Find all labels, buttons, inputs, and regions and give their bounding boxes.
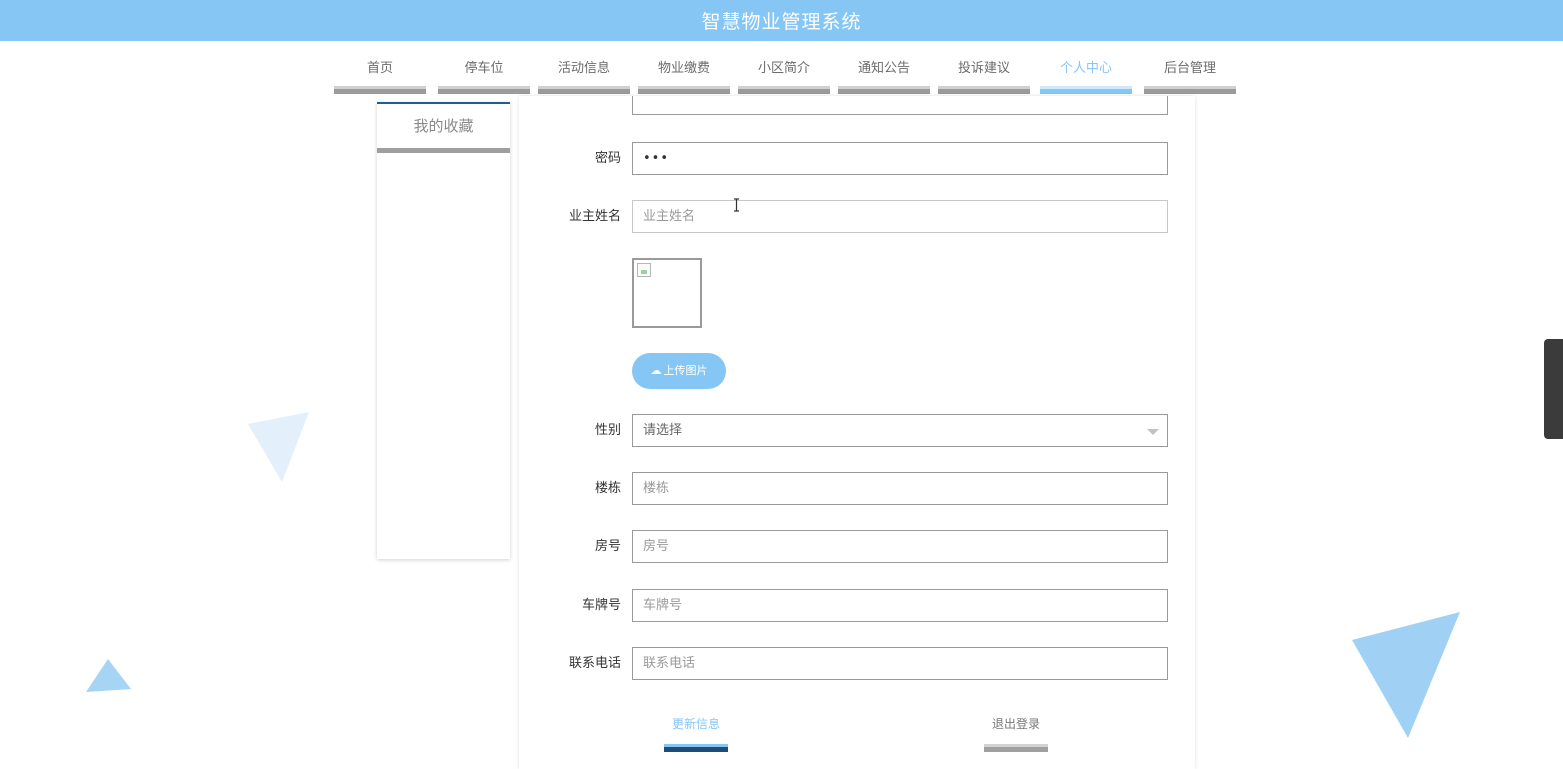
nav-item-label: 活动信息: [557, 61, 610, 76]
nav-item-complaints[interactable]: 投诉建议: [938, 56, 1030, 94]
cloud-upload-icon: ☁: [650, 364, 662, 377]
nav-item-underline: [838, 86, 930, 94]
form-row-room: 房号: [519, 530, 1195, 564]
nav-item-notices[interactable]: 通知公告: [838, 56, 930, 94]
nav-item-label: 投诉建议: [957, 61, 1010, 76]
nav-item-admin[interactable]: 后台管理: [1144, 56, 1236, 94]
nav-item-home[interactable]: 首页: [334, 56, 426, 94]
decorative-triangle: [248, 412, 309, 482]
nav-item-underline: [938, 86, 1030, 94]
nav-item-label: 物业缴费: [657, 61, 710, 76]
nav-item-activities[interactable]: 活动信息: [538, 56, 630, 94]
nav-item-underline: [1040, 86, 1132, 94]
gender-label: 性别: [594, 423, 621, 438]
plate-input[interactable]: [632, 589, 1168, 622]
app-header: 智慧物业管理系统: [0, 0, 1563, 41]
form-row-owner-name: 业主姓名: [519, 200, 1195, 234]
sidebar-item-favorites[interactable]: 我的收藏: [377, 104, 510, 153]
update-info-button[interactable]: 更新信息: [664, 716, 728, 752]
nav-item-label: 首页: [366, 61, 393, 76]
room-input[interactable]: [632, 530, 1168, 563]
nav-item-community-intro[interactable]: 小区简介: [738, 56, 830, 94]
gender-select[interactable]: 请选择: [632, 414, 1168, 447]
nav-item-property-fees[interactable]: 物业缴费: [638, 56, 730, 94]
upload-image-button[interactable]: ☁ 上传图片: [632, 353, 726, 389]
password-field[interactable]: •••: [632, 142, 1168, 175]
decorative-triangle: [86, 659, 131, 692]
account-field[interactable]: [632, 96, 1168, 115]
nav-item-label: 个人中心: [1059, 61, 1112, 76]
phone-label: 联系电话: [568, 656, 621, 671]
form-row-phone: 联系电话: [519, 647, 1195, 681]
nav-item-underline: [1144, 86, 1236, 94]
nav-item-underline: [638, 86, 730, 94]
broken-image-icon: [637, 263, 651, 277]
phone-input[interactable]: [632, 647, 1168, 680]
sidebar-item-label: 我的收藏: [413, 117, 474, 135]
building-input[interactable]: [632, 472, 1168, 505]
upload-image-label: 上传图片: [663, 364, 708, 377]
gender-selected-value: 请选择: [643, 423, 683, 438]
avatar-image-preview: [632, 258, 702, 328]
update-info-label: 更新信息: [671, 717, 720, 731]
app-title: 智慧物业管理系统: [701, 11, 862, 33]
nav-item-underline: [738, 86, 830, 94]
logout-label: 退出登录: [991, 717, 1040, 731]
text-cursor-icon: [734, 198, 739, 212]
password-value: •••: [643, 151, 670, 166]
nav-item-personal-center[interactable]: 个人中心: [1040, 56, 1132, 94]
plate-label: 车牌号: [581, 598, 621, 613]
decorative-triangle: [1352, 612, 1460, 738]
room-label: 房号: [594, 539, 621, 554]
nav-item-label: 通知公告: [857, 61, 910, 76]
form-row-building: 楼栋: [519, 472, 1195, 506]
form-row-account: [519, 96, 1195, 116]
update-info-underline: [664, 744, 728, 752]
owner-name-label: 业主姓名: [568, 209, 621, 224]
owner-name-input[interactable]: [632, 200, 1168, 233]
form-row-plate: 车牌号: [519, 589, 1195, 623]
nav-item-parking[interactable]: 停车位: [438, 56, 530, 94]
logout-button[interactable]: 退出登录: [984, 716, 1048, 752]
dropdown-arrow-icon: [1147, 429, 1159, 435]
nav-item-label: 小区简介: [757, 61, 810, 76]
nav-item-underline: [438, 86, 530, 94]
nav-item-label: 停车位: [464, 61, 504, 76]
side-drawer-handle[interactable]: [1544, 339, 1563, 439]
logout-underline: [984, 744, 1048, 752]
nav-item-underline: [538, 86, 630, 94]
nav-item-underline: [334, 86, 426, 94]
sidebar: 我的收藏: [377, 102, 510, 559]
form-row-gender: 性别 请选择: [519, 414, 1195, 448]
password-label: 密码: [594, 151, 621, 166]
profile-form-panel: 密码 ••• 业主姓名 ☁上传图片 性别 请选择 楼栋: [519, 96, 1195, 769]
nav-item-label: 后台管理: [1163, 61, 1216, 76]
building-label: 楼栋: [594, 481, 621, 496]
form-row-password: 密码 •••: [519, 142, 1195, 176]
page: 智慧物业管理系统 首页 停车位 活动信息 物业缴费 小区简介 通知公告 投诉建议: [0, 0, 1563, 769]
